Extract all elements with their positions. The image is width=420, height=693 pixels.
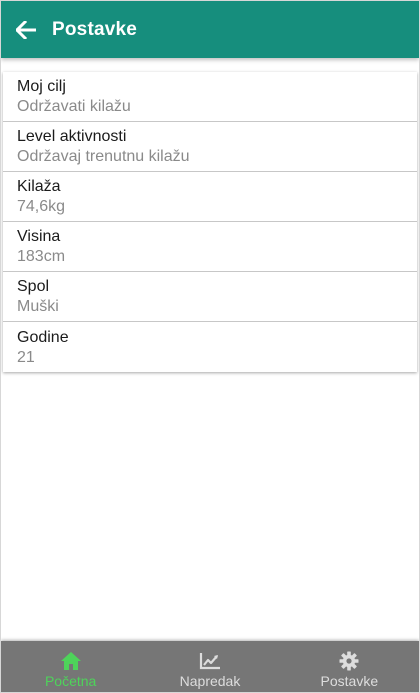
page-title: Postavke	[52, 18, 138, 40]
nav-item-progress[interactable]: Napredak	[140, 641, 279, 692]
gear-icon	[339, 651, 359, 671]
setting-row-height[interactable]: Visina 183cm	[3, 222, 417, 272]
nav-item-home[interactable]: Početna	[1, 641, 140, 692]
setting-value: 21	[17, 348, 35, 366]
setting-label: Level aktivnosti	[17, 128, 127, 145]
setting-value: 74,6kg	[17, 198, 66, 215]
chart-line-icon	[199, 653, 220, 670]
nav-label: Postavke	[320, 673, 379, 689]
nav-label: Početna	[44, 673, 97, 689]
nav-label: Napredak	[179, 673, 241, 689]
setting-row-gender[interactable]: Spol Muški	[3, 272, 417, 322]
setting-row-goal[interactable]: Moj cilj Održavati kilažu	[3, 72, 417, 122]
nav-item-settings[interactable]: Postavke	[280, 641, 419, 692]
home-icon	[60, 652, 81, 670]
settings-list: Moj cilj Održavati kilažu Level aktivnos…	[3, 72, 417, 372]
arrow-left-icon	[16, 20, 36, 39]
setting-label: Spol	[17, 278, 50, 295]
app-bar: Postavke	[1, 1, 419, 58]
setting-row-age[interactable]: Godine 21	[3, 322, 417, 372]
setting-value: 183cm	[17, 248, 66, 265]
bottom-navigation: Početna Napredak Postavke	[1, 641, 419, 692]
setting-label: Visina	[17, 228, 61, 245]
setting-row-activity-level[interactable]: Level aktivnosti Održavaj trenutnu kilaž…	[3, 122, 417, 172]
setting-value: Održavaj trenutnu kilažu	[17, 148, 190, 165]
setting-label: Godine	[17, 328, 69, 346]
setting-row-weight[interactable]: Kilaža 74,6kg	[3, 172, 417, 222]
setting-label: Kilaža	[17, 178, 61, 195]
back-button[interactable]	[14, 18, 38, 42]
app-frame: Postavke Moj cilj Održavati kilažu Level…	[0, 0, 420, 693]
setting-label: Moj cilj	[17, 78, 66, 95]
setting-value: Muški	[17, 298, 59, 315]
setting-value: Održavati kilažu	[17, 98, 131, 115]
